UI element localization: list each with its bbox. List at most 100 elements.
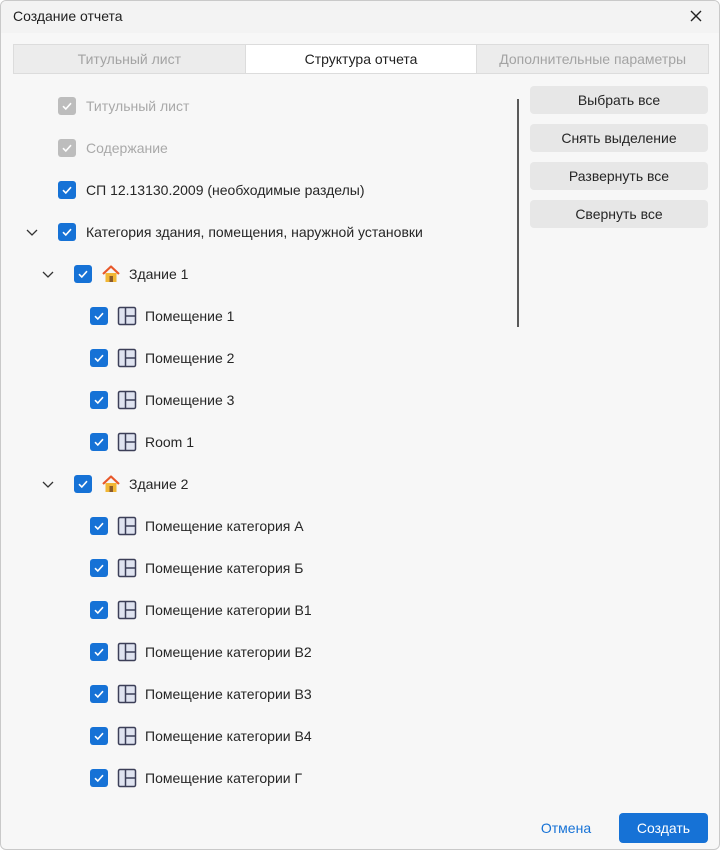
tree-item-building-2: Здание 2 xyxy=(74,470,188,498)
tree-item-room: Помещение 3 xyxy=(90,386,234,414)
chevron-down-icon[interactable] xyxy=(40,266,56,282)
checkmark-icon xyxy=(94,648,104,657)
tree-item-room: Помещение 1 xyxy=(90,302,234,330)
checkmark-icon xyxy=(94,396,104,405)
tree-item-room: Room 1 xyxy=(90,428,194,456)
tree-item-label: Помещение категория Б xyxy=(145,560,304,576)
create-report-dialog: Создание отчета Титульный лист Структура… xyxy=(0,0,720,850)
checkbox-room[interactable] xyxy=(90,349,108,367)
tree-item-label: Помещение категории В2 xyxy=(145,644,312,660)
tree-item-label: Помещение категории В3 xyxy=(145,686,312,702)
deselect-button[interactable]: Снять выделение xyxy=(530,124,708,152)
checkbox-room[interactable] xyxy=(90,643,108,661)
checkbox-room[interactable] xyxy=(90,517,108,535)
checkmark-icon xyxy=(62,228,72,237)
checkmark-icon xyxy=(94,354,104,363)
tree-item-room: Помещение категория Б xyxy=(90,554,303,582)
tree-item-room: Помещение категории В1 xyxy=(90,596,312,624)
checkbox-room[interactable] xyxy=(90,685,108,703)
house-icon xyxy=(101,264,121,284)
checkmark-icon xyxy=(94,690,104,699)
tree-item-label: Помещение категории В4 xyxy=(145,728,312,744)
tree-item-room: Помещение категории В2 xyxy=(90,638,312,666)
select-all-button[interactable]: Выбрать все xyxy=(530,86,708,114)
checkbox-building-1[interactable] xyxy=(74,265,92,283)
tree-item-room: Помещение 2 xyxy=(90,344,234,372)
tree-item-label: Здание 2 xyxy=(129,476,189,492)
room-layout-icon xyxy=(117,348,137,368)
tree-item-label: Room 1 xyxy=(145,434,195,450)
tree-item-label: Помещение категория А xyxy=(145,518,304,534)
tab-report-structure[interactable]: Структура отчета xyxy=(245,45,478,73)
tree-item-sp: СП 12.13130.2009 (необходимые разделы) xyxy=(58,176,364,204)
tree-item-room: Помещение категории Г xyxy=(90,764,302,792)
checkbox-room[interactable] xyxy=(90,601,108,619)
checkmark-icon xyxy=(94,732,104,741)
tab-additional-params[interactable]: Дополнительные параметры xyxy=(477,45,708,73)
checkbox-title-page xyxy=(58,97,76,115)
checkmark-icon xyxy=(78,270,88,279)
checkbox-room[interactable] xyxy=(90,307,108,325)
tree-item-label: Помещение категории В1 xyxy=(145,602,312,618)
cancel-button[interactable]: Отмена xyxy=(531,814,601,842)
room-layout-icon xyxy=(117,768,137,788)
checkbox-building-2[interactable] xyxy=(74,475,92,493)
scrollbar[interactable] xyxy=(517,99,519,327)
checkbox-room[interactable] xyxy=(90,769,108,787)
checkbox-room[interactable] xyxy=(90,559,108,577)
checkbox-room[interactable] xyxy=(90,391,108,409)
tab-bar: Титульный лист Структура отчета Дополнит… xyxy=(13,44,709,74)
expand-all-button[interactable]: Развернуть все xyxy=(530,162,708,190)
title-bar: Создание отчета xyxy=(1,1,719,33)
checkmark-icon xyxy=(78,480,88,489)
chevron-down-icon[interactable] xyxy=(40,476,56,492)
tree-item-room: Помещение категории В3 xyxy=(90,680,312,708)
room-layout-icon xyxy=(117,306,137,326)
room-layout-icon xyxy=(117,558,137,578)
house-icon xyxy=(101,474,121,494)
create-button[interactable]: Создать xyxy=(619,813,708,843)
report-structure-tree: Титульный лист Содержание СП 12.13130.20… xyxy=(1,85,511,795)
tree-item-label: Помещение 3 xyxy=(145,392,235,408)
checkbox-room[interactable] xyxy=(90,433,108,451)
room-layout-icon xyxy=(117,642,137,662)
tree-item-title-page: Титульный лист xyxy=(58,92,189,120)
room-layout-icon xyxy=(117,684,137,704)
tree-item-room: Помещение категории В4 xyxy=(90,722,312,750)
tree-item-building-1: Здание 1 xyxy=(74,260,188,288)
room-layout-icon xyxy=(117,390,137,410)
checkbox-category[interactable] xyxy=(58,223,76,241)
checkbox-contents xyxy=(58,139,76,157)
tree-item-label: Титульный лист xyxy=(86,98,190,114)
room-layout-icon xyxy=(117,516,137,536)
checkmark-icon xyxy=(94,522,104,531)
close-icon[interactable] xyxy=(687,7,705,25)
dialog-title: Создание отчета xyxy=(13,8,123,24)
room-layout-icon xyxy=(117,432,137,452)
checkmark-icon xyxy=(62,186,72,195)
tree-item-label: Здание 1 xyxy=(129,266,189,282)
tree-item-label: Категория здания, помещения, наружной ус… xyxy=(86,224,423,240)
checkmark-icon xyxy=(94,564,104,573)
checkmark-icon xyxy=(94,438,104,447)
checkmark-icon xyxy=(94,774,104,783)
tree-item-label: Помещение 1 xyxy=(145,308,235,324)
checkmark-icon xyxy=(62,102,72,111)
collapse-all-button[interactable]: Свернуть все xyxy=(530,200,708,228)
tab-title-page[interactable]: Титульный лист xyxy=(14,45,246,73)
checkmark-icon xyxy=(94,606,104,615)
checkbox-room[interactable] xyxy=(90,727,108,745)
checkbox-sp[interactable] xyxy=(58,181,76,199)
chevron-down-icon[interactable] xyxy=(24,224,40,240)
room-layout-icon xyxy=(117,726,137,746)
tree-item-label: Помещение 2 xyxy=(145,350,235,366)
tree-item-label: Содержание xyxy=(86,140,168,156)
tree-item-contents: Содержание xyxy=(58,134,168,162)
checkmark-icon xyxy=(94,312,104,321)
checkmark-icon xyxy=(62,144,72,153)
tree-item-label: СП 12.13130.2009 (необходимые разделы) xyxy=(86,182,365,198)
tree-item-label: Помещение категории Г xyxy=(145,770,303,786)
tree-item-room: Помещение категория А xyxy=(90,512,304,540)
tree-item-category: Категория здания, помещения, наружной ус… xyxy=(58,218,423,246)
room-layout-icon xyxy=(117,600,137,620)
